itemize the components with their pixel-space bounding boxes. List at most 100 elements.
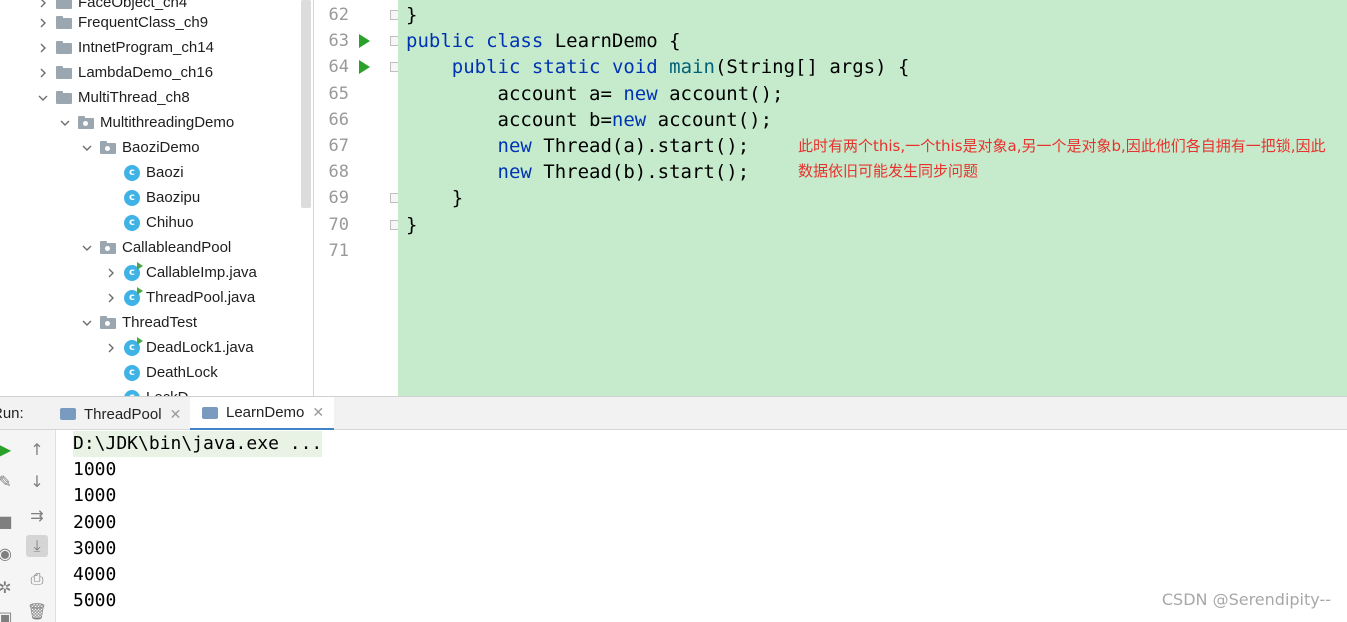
tree-item[interactable]: FrequentClass_ch9 [36,10,208,35]
tree-scrollbar[interactable] [301,0,311,208]
print-icon[interactable]: ⎙ [26,568,48,590]
tree-item-label: LockD [146,389,189,396]
tree-item-label: ThreadPool.java [146,289,256,306]
no-arrow-spacer [104,216,118,230]
watermark: CSDN @Serendipity-- [1161,590,1331,609]
tree-item-label: CallableandPool [122,239,232,256]
tree-item[interactable]: CallableandPool [80,235,231,260]
code-line[interactable]: new Thread(a).start(); [406,133,750,159]
folder-icon [56,66,72,79]
tree-item-label: DeadLock1.java [146,339,254,356]
chevron-right-icon[interactable] [104,341,118,355]
close-icon[interactable]: ✕ [170,406,182,423]
run-config-icon [60,408,76,420]
tree-item[interactable]: c Baozipu [104,185,200,210]
close-icon[interactable]: ✕ [312,404,324,421]
folder-icon [56,16,72,29]
run-tab[interactable]: LearnDemo ✕ [190,397,335,431]
tree-item-label: Baozi [146,164,184,181]
chevron-right-icon[interactable] [36,0,50,10]
tree-item-label: BaoziDemo [122,139,200,156]
rerun-icon[interactable]: ▶ [0,438,16,460]
chevron-down-icon[interactable] [58,116,72,130]
tree-item[interactable]: MultiThread_ch8 [36,85,190,110]
chevron-down-icon[interactable] [80,316,94,330]
code-editor[interactable]: 62 63 64 65 66 67 68 69 70 71 } public class Learn… [315,0,1347,396]
project-tree: FaceObject_ch4 FrequentClass_ch9 IntnetPro… [0,0,314,396]
package-icon [100,241,116,254]
code-line[interactable]: account b=new account(); [406,107,773,133]
tree-item-label: FrequentClass_ch9 [78,14,209,31]
no-arrow-spacer [104,166,118,180]
tree-item-label: DeathLock [146,364,218,381]
chevron-right-icon[interactable] [104,266,118,280]
console-output-line: 4000 [73,564,117,585]
chevron-down-icon[interactable] [80,241,94,255]
wrench-icon[interactable]: ✎ [0,470,16,492]
line-number: 62 [328,5,349,25]
tree-item[interactable]: c DeadLock1.java [104,335,254,360]
code-line[interactable]: } [406,212,417,238]
chevron-right-icon[interactable] [36,66,50,80]
folder-icon [56,41,72,54]
no-arrow-spacer [104,366,118,380]
tree-item-label: IntnetProgram_ch14 [78,39,214,56]
chevron-down-icon[interactable] [80,141,94,155]
tree-item[interactable]: BaoziDemo [80,135,200,160]
folder-icon [56,0,72,9]
console-output-line: 1000 [73,485,117,507]
down-arrow-icon[interactable]: ↓ [26,470,48,492]
tree-item[interactable]: c DeathLock [104,360,218,385]
tree-item[interactable]: c Chihuo [104,210,194,235]
code-line[interactable]: public static void main(String[] args) { [406,54,910,80]
tree-item-label: CallableImp.java [146,264,257,281]
run-tab-label: LearnDemo [226,404,305,421]
tree-item-label: MultithreadingDemo [100,114,235,131]
package-icon [100,316,116,329]
run-gutter-icon[interactable] [359,34,370,49]
class-icon: c [124,364,140,381]
tree-item-label: Chihuo [146,214,194,231]
chevron-right-icon[interactable] [36,41,50,55]
run-config-icon [202,406,218,419]
code-line[interactable]: public class LearnDemo { [406,28,681,54]
scroll-to-end-icon[interactable]: ⤓ [26,535,48,557]
tree-item[interactable]: ThreadTest [80,310,197,335]
tree-item-label: ThreadTest [122,314,198,331]
tree-item[interactable]: c Baozi [104,160,184,185]
code-line[interactable]: account a= new account(); [406,81,784,107]
tree-item[interactable]: IntnetProgram_ch14 [36,35,214,60]
class-icon: c [124,164,140,181]
run-tab[interactable]: ThreadPool ✕ [48,397,191,431]
class-icon: c [124,189,140,206]
up-arrow-icon[interactable]: ↑ [26,438,48,460]
run-gutter-icon[interactable] [359,60,370,75]
line-number: 68 [328,162,349,183]
console-output-line: 2000 [73,511,117,533]
runnable-class-icon: c [124,286,143,306]
chevron-down-icon[interactable] [36,91,50,105]
stop-icon[interactable]: ■ [0,510,16,532]
tree-item[interactable]: LambdaDemo_ch16 [36,60,213,85]
no-arrow-spacer [104,191,118,205]
trash-icon[interactable]: 🗑 [26,600,48,622]
line-number: 71 [328,240,349,261]
soft-wrap-icon[interactable]: ⇉ [26,504,48,526]
console-output[interactable]: D:\JDK\bin\java.exe ... 1000 1000 2000 3000 4… [56,430,1347,622]
line-number: 66 [328,109,349,130]
pin-icon[interactable]: ▣ [0,606,16,622]
tree-item-label: LambdaDemo_ch16 [78,64,214,81]
code-line[interactable]: } [406,2,417,28]
chevron-right-icon[interactable] [36,16,50,30]
code-line[interactable]: new Thread(b).start(); [406,159,750,185]
tree-item[interactable]: c ThreadPool.java [104,285,255,310]
tree-item[interactable]: cLockD [104,385,189,396]
settings-icon[interactable]: ✲ [0,576,16,598]
camera-icon[interactable]: ◉ [0,542,16,564]
code-line[interactable]: } [406,185,463,211]
code-area[interactable]: } public class LearnDemo { public static … [398,0,1347,396]
tree-item[interactable]: MultithreadingDemo [58,110,234,135]
chevron-right-icon[interactable] [104,291,118,305]
tree-item[interactable]: c CallableImp.java [104,260,257,285]
run-tab-label: ThreadPool [84,405,162,423]
